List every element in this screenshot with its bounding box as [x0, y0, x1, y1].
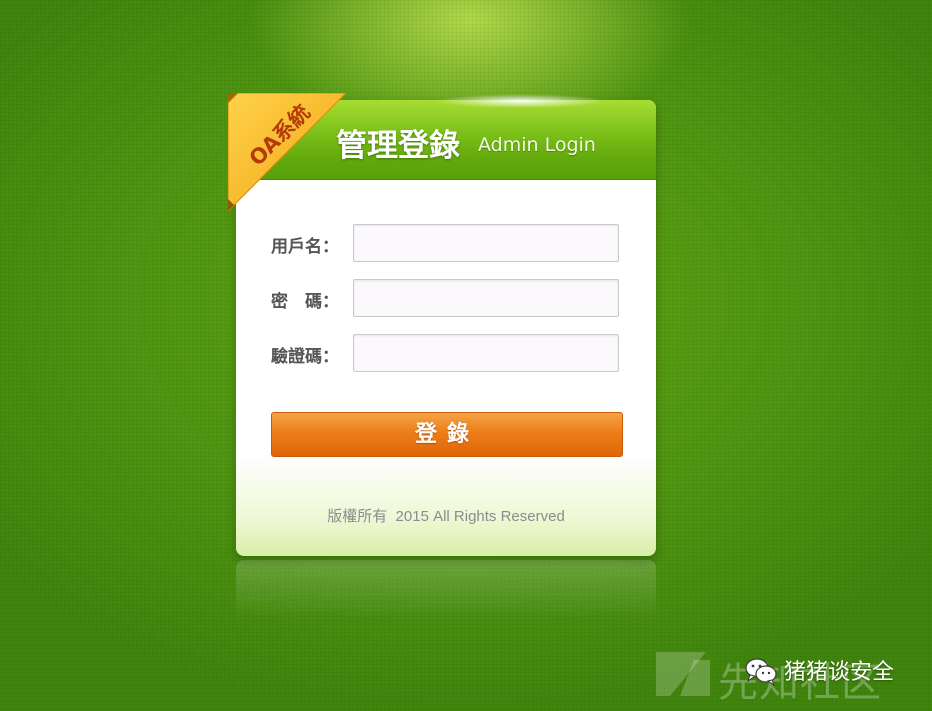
page-title: 管理登錄 — [336, 128, 460, 164]
captcha-row: 驗證碼： — [271, 334, 631, 374]
watermark: 先知社区 猪猪谈安全 — [648, 642, 932, 711]
username-input[interactable] — [353, 224, 619, 262]
panel-reflection — [236, 560, 656, 620]
username-row: 用戶名： — [271, 224, 631, 264]
ribbon-corner-icon: OA系統 — [228, 93, 347, 212]
password-input[interactable] — [353, 279, 619, 317]
watermark-account-name: 猪猪谈安全 — [784, 660, 895, 685]
password-row: 密 碼： — [271, 279, 631, 319]
login-button[interactable]: 登錄 — [271, 412, 623, 457]
wechat-icon — [745, 658, 777, 686]
username-label: 用戶名： — [271, 237, 339, 257]
password-label: 密 碼： — [271, 292, 339, 312]
copyright-text: 版權所有 2015 All Rights Reserved — [327, 508, 565, 525]
page-subtitle: Admin Login — [478, 134, 596, 156]
captcha-input[interactable] — [353, 334, 619, 372]
captcha-label: 驗證碼： — [271, 347, 339, 367]
xianzhi-logo-icon — [656, 652, 710, 696]
header-shine — [436, 94, 606, 108]
